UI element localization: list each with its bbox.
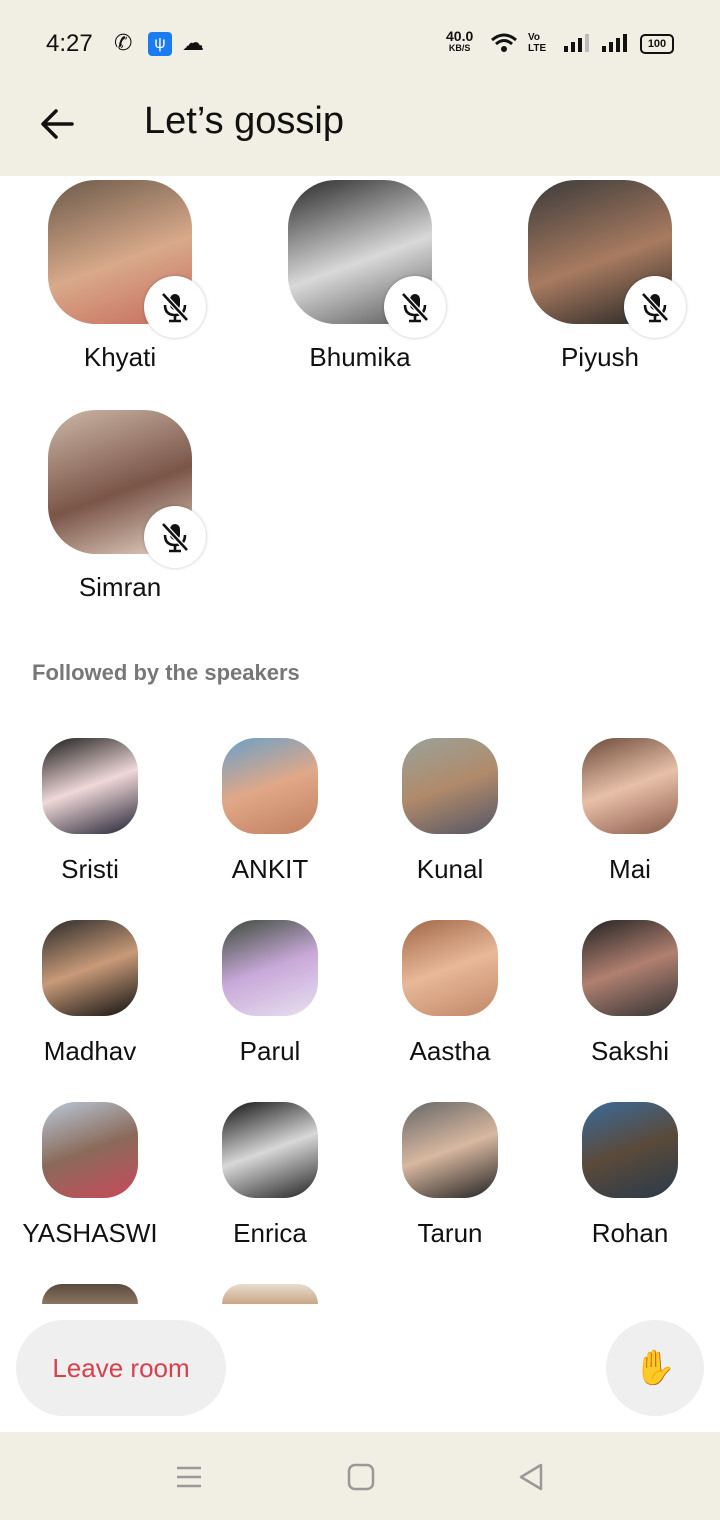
usb-icon: ψ [148, 32, 172, 56]
clock: 4:27 [46, 30, 93, 57]
muted-mic-icon [144, 276, 206, 338]
section-heading: Followed by the speakers [32, 660, 300, 685]
listener-name: Tarun [417, 1218, 483, 1248]
listener-name: Rohan [591, 1218, 669, 1248]
listener-avatar[interactable] [42, 1102, 138, 1198]
listener-avatar[interactable] [42, 920, 138, 1016]
listener-avatar[interactable] [582, 738, 678, 834]
listener-avatar-partial[interactable] [42, 1284, 138, 1304]
room-actions: Leave room ✋ [0, 1304, 720, 1432]
listener-avatar[interactable] [222, 920, 318, 1016]
listener-avatar[interactable] [402, 1102, 498, 1198]
muted-mic-icon [144, 506, 206, 568]
listener-avatar[interactable] [222, 738, 318, 834]
listener-name: Sakshi [590, 1036, 670, 1066]
call-icon: ✆ [114, 30, 133, 55]
muted-mic-icon [624, 276, 686, 338]
speaker-name: Bhumika [309, 342, 411, 372]
raise-hand-icon: ✋ [633, 1349, 677, 1387]
listener-name: Parul [239, 1036, 301, 1066]
listener-avatar[interactable] [582, 1102, 678, 1198]
menu-icon[interactable] [174, 1462, 204, 1492]
listener-avatar[interactable] [402, 738, 498, 834]
speaker-name: Khyati [83, 342, 157, 372]
back-nav-icon[interactable] [516, 1462, 546, 1492]
status-bar: 4:27 ✆ ψ ☁ 40.0 KB/S Vo LTE 100 [0, 0, 720, 88]
listener-name: Aastha [409, 1036, 491, 1066]
raise-hand-button[interactable]: ✋ [606, 1320, 704, 1416]
cloud-icon: ☁ [182, 30, 204, 55]
wifi-icon [491, 33, 517, 52]
listener-avatar[interactable] [402, 920, 498, 1016]
leave-room-button[interactable]: Leave room [16, 1320, 226, 1416]
listener-name: Mai [609, 854, 651, 884]
listener-name: Enrica [233, 1218, 307, 1248]
room-title: Let’s gossip [144, 100, 344, 142]
listener-name: Madhav [43, 1036, 137, 1066]
listener-name: Sristi [61, 854, 119, 884]
speaker-name: Piyush [560, 342, 640, 372]
home-icon[interactable] [346, 1462, 376, 1492]
network-speed: 40.0 KB/S [446, 28, 474, 53]
listener-avatar-partial[interactable] [222, 1284, 318, 1304]
listener-avatar[interactable] [582, 920, 678, 1016]
listener-name: Kunal [416, 854, 484, 884]
signal-icon-1 [564, 34, 589, 52]
system-nav-bar [0, 1432, 720, 1520]
battery-icon: 100 [640, 34, 674, 54]
listener-avatar[interactable] [222, 1102, 318, 1198]
room-header: Let’s gossip [0, 88, 720, 176]
listener-name: ANKIT [231, 854, 309, 884]
back-arrow-icon[interactable] [36, 102, 80, 146]
volte-label: Vo LTE [528, 32, 547, 54]
speaker-name: Simran [78, 572, 162, 602]
listener-avatar[interactable] [42, 738, 138, 834]
listener-name: YASHASWI [22, 1218, 158, 1248]
signal-icon-2 [602, 34, 627, 52]
muted-mic-icon [384, 276, 446, 338]
